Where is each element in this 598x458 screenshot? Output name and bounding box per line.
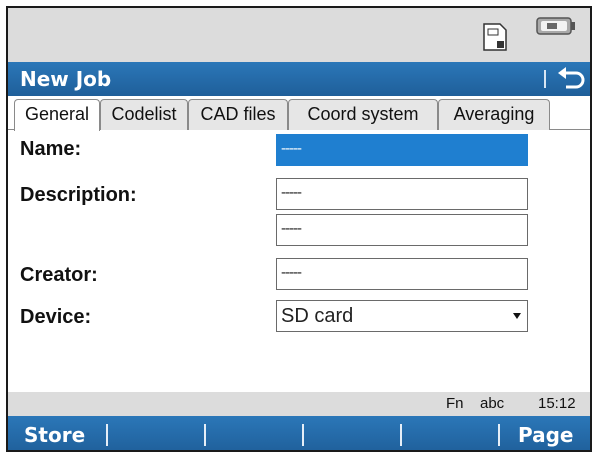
- softkey-f4[interactable]: [304, 416, 400, 450]
- tab-bar: General Codelist CAD files Coord system …: [8, 96, 590, 131]
- creator-label: Creator:: [20, 264, 98, 286]
- fn-indicator: Fn: [446, 395, 464, 412]
- softkey-bar: Store Page: [8, 416, 590, 450]
- tab-averaging[interactable]: Averaging: [438, 99, 550, 130]
- device-label: Device:: [20, 306, 92, 328]
- softkey-f5[interactable]: [402, 416, 498, 450]
- page-title: New Job: [20, 67, 112, 91]
- page-button[interactable]: Page: [518, 416, 574, 450]
- device-screen: New Job General Codelist CAD files Coord…: [6, 6, 592, 452]
- description-label: Description:: [20, 184, 137, 206]
- info-bar: Fn abc 15:12: [8, 392, 590, 416]
- back-arrow-icon[interactable]: [554, 64, 590, 94]
- store-button[interactable]: Store: [24, 416, 85, 450]
- creator-field[interactable]: -----: [276, 258, 528, 290]
- clock: 15:12: [538, 395, 576, 412]
- status-bar: [8, 8, 590, 62]
- tab-codelist[interactable]: Codelist: [100, 99, 188, 130]
- description-field-line1[interactable]: -----: [276, 178, 528, 210]
- tab-coord-system[interactable]: Coord system: [288, 99, 438, 130]
- name-label: Name:: [20, 138, 82, 160]
- tab-cad-files[interactable]: CAD files: [188, 99, 288, 130]
- tab-general[interactable]: General: [14, 99, 100, 131]
- battery-icon: [536, 17, 575, 35]
- sd-card-icon: [483, 23, 507, 51]
- chevron-down-icon: [513, 313, 521, 319]
- softkey-f3[interactable]: [206, 416, 302, 450]
- description-field-line2[interactable]: -----: [276, 214, 528, 246]
- softkey-separator: [498, 424, 500, 446]
- device-select-value: SD card: [281, 305, 354, 327]
- input-mode-indicator: abc: [480, 395, 505, 412]
- device-select[interactable]: SD card: [276, 300, 528, 332]
- title-separator: [544, 70, 546, 88]
- title-bar: New Job: [8, 62, 590, 96]
- softkey-f2[interactable]: [108, 416, 204, 450]
- name-field[interactable]: -----: [276, 134, 528, 166]
